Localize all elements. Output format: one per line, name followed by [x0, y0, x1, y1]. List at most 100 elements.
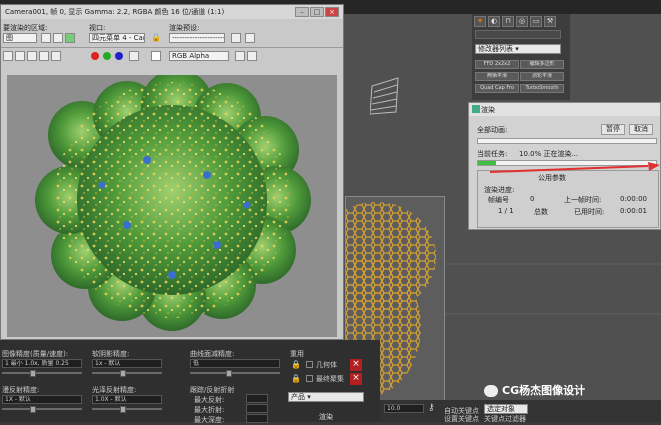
refract-field[interactable]: 1.0X - 默认 — [92, 395, 162, 404]
global-precision-label: 曲线面减精度: — [190, 350, 235, 358]
close-button[interactable]: × — [325, 7, 339, 17]
image-precision-knob[interactable] — [30, 370, 36, 377]
save-image-icon[interactable] — [3, 51, 13, 61]
object-name-field[interactable] — [475, 30, 561, 39]
total-progress-bar — [477, 138, 657, 144]
common-params-rollout: 公用参数 渲染进度: 帧编号 0 上一帧时间: 0:00:00 1 / 1 总数… — [477, 170, 659, 228]
max-reflect-label: 最大反射: — [194, 396, 225, 404]
render-teapot-icon — [472, 105, 480, 113]
display-icon[interactable]: ▭ — [530, 16, 542, 27]
create-icon[interactable]: ✶ — [474, 16, 486, 27]
current-task-value: 10.0% 正在渲染... — [519, 150, 579, 158]
clear-final-gather-button[interactable]: × — [350, 373, 362, 385]
cmd-button-1[interactable]: FFD 2x2x2 — [475, 60, 519, 69]
hierarchy-icon[interactable]: ⊓ — [502, 16, 514, 27]
print-icon[interactable] — [39, 51, 49, 61]
watermark: CG杨杰图像设计 — [484, 382, 585, 398]
geometry-label: 几何体 — [316, 361, 337, 369]
pause-button[interactable]: 暂停 — [601, 124, 625, 135]
key-filters-label[interactable]: 关键点过滤器 — [484, 414, 526, 424]
preset-dropdown[interactable]: ---------------------- — [169, 33, 225, 43]
final-gather-label: 最终聚集 — [316, 375, 344, 383]
light-gizmo[interactable] — [370, 76, 400, 116]
image-precision-field[interactable]: 1 最小 1.0x, 质量 0.25 — [2, 359, 82, 368]
frame-number-label: 帧编号 — [488, 196, 509, 204]
area-dropdown[interactable]: 图 — [3, 33, 37, 43]
last-frame-time-value: 0:00:00 — [620, 195, 647, 203]
antialias-slider[interactable] — [92, 372, 162, 374]
display-toggle-icon[interactable] — [247, 51, 257, 61]
environment-icon[interactable] — [245, 33, 255, 43]
final-gather-checkbox[interactable] — [306, 375, 313, 382]
viewport-dropdown[interactable]: 四元菜单 4 - Can — [89, 33, 145, 43]
maximize-button[interactable]: □ — [310, 7, 324, 17]
global-precision-slider[interactable] — [190, 372, 280, 374]
render-setup-icon[interactable] — [231, 33, 241, 43]
toolbar-divider — [1, 47, 343, 48]
product-dropdown[interactable]: 产品 ▾ — [288, 392, 364, 402]
clone-window-icon[interactable] — [27, 51, 37, 61]
render-region-icon[interactable] — [65, 33, 75, 43]
cmd-button-3[interactable]: 两栖平滑 — [475, 72, 519, 81]
color-swatch[interactable] — [151, 51, 161, 61]
frame-count-value: 1 / 1 — [498, 207, 514, 215]
cancel-button[interactable]: 取消 — [629, 124, 653, 135]
copy-image-icon[interactable] — [15, 51, 25, 61]
red-channel-toggle[interactable] — [91, 52, 99, 60]
elapsed-value: 0:00:01 — [620, 207, 647, 215]
clear-geometry-button[interactable]: × — [350, 359, 362, 371]
reflect-field[interactable]: 1X - 默认 — [2, 395, 82, 404]
max-refract-label: 最大折射: — [194, 406, 225, 414]
modifier-list-dropdown[interactable]: 修改器列表 ▾ — [475, 44, 561, 54]
refract-knob[interactable] — [120, 406, 126, 413]
viewport-label: 视口: — [89, 24, 106, 32]
image-precision-slider[interactable] — [2, 372, 82, 374]
lock-geometry-icon[interactable]: 🔒 — [291, 360, 301, 369]
global-precision-knob[interactable] — [226, 370, 232, 377]
antialias-field[interactable]: 1x - 默认 — [92, 359, 162, 368]
lock-icon[interactable]: 🔒 — [151, 33, 161, 43]
antialias-label: 软阴影精度: — [92, 350, 130, 358]
render-progress-label: 渲染进度: — [484, 186, 515, 194]
cmd-button-2[interactable]: 编辑多边形 — [520, 60, 564, 69]
geometry-checkbox[interactable] — [306, 361, 313, 368]
modify-icon[interactable]: ◐ — [488, 16, 500, 27]
total-animation-label: 全部动画: — [477, 126, 508, 134]
auto-region-icon[interactable] — [53, 33, 63, 43]
key-icon[interactable]: ⚷ — [428, 403, 435, 413]
render-button[interactable]: 渲染 — [296, 412, 356, 422]
global-precision-field[interactable]: 低 — [190, 359, 280, 368]
reflect-slider[interactable] — [2, 408, 82, 410]
selection-dropdown[interactable]: 选定对象 — [484, 404, 528, 414]
minimize-button[interactable]: – — [295, 7, 309, 17]
motion-icon[interactable]: ◎ — [516, 16, 528, 27]
reuse-label: 重用 — [290, 350, 304, 358]
clear-icon[interactable] — [51, 51, 61, 61]
frame-window-title: Camera001, 帧 0, 显示 Gamma: 2.2, RGBA 颜色 1… — [1, 5, 343, 19]
utilities-icon[interactable]: ⚒ — [544, 16, 556, 27]
channel-dropdown[interactable]: RGB Alpha — [169, 51, 229, 61]
elapsed-label: 已用时间: — [574, 208, 605, 216]
refract-slider[interactable] — [92, 408, 162, 410]
max-reflect-field[interactable] — [246, 394, 268, 403]
wechat-icon — [484, 385, 498, 397]
set-key-label[interactable]: 设置关键点 — [444, 414, 479, 424]
max-refract-field[interactable] — [246, 404, 268, 413]
coordinate-field[interactable]: 10.0 — [384, 404, 424, 413]
trace-label: 跟踪/反射折射 — [190, 386, 235, 394]
cmd-button-5[interactable]: Quad Cap Fro — [475, 84, 519, 93]
green-channel-toggle[interactable] — [103, 52, 111, 60]
cmd-button-4[interactable]: 涡轮平滑 — [520, 72, 564, 81]
alpha-channel-toggle[interactable] — [129, 51, 139, 61]
reflect-knob[interactable] — [30, 406, 36, 413]
antialias-knob[interactable] — [120, 370, 126, 377]
status-bar: 10.0 ⚷ 自动关键点 选定对象 设置关键点 关键点过滤器 — [380, 400, 661, 424]
lock-final-gather-icon[interactable]: 🔒 — [291, 374, 301, 383]
total-label: 总数 — [534, 208, 548, 216]
view-toggle-icon[interactable] — [235, 51, 245, 61]
edit-region-icon[interactable] — [41, 33, 51, 43]
cmd-button-6[interactable]: TurboSmooth — [520, 84, 564, 93]
command-panel: ✶ ◐ ⊓ ◎ ▭ ⚒ 修改器列表 ▾ FFD 2x2x2 编辑多边形 两栖平滑… — [472, 14, 570, 100]
blue-channel-toggle[interactable] — [115, 52, 123, 60]
area-label: 要渲染的区域: — [3, 24, 48, 32]
